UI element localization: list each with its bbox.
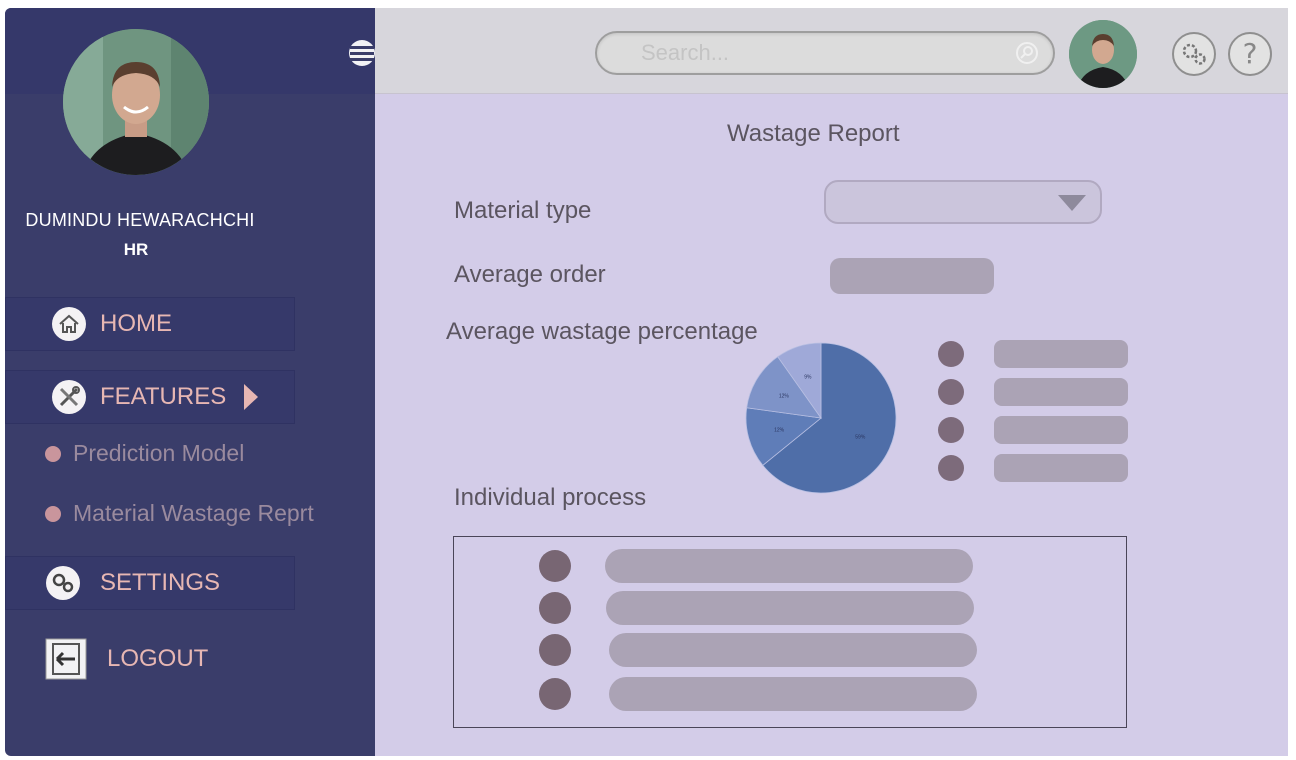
pie-slice-label: 12% <box>779 393 790 399</box>
gears-icon <box>1182 43 1206 65</box>
wastage-pie-chart: 59% 12% 12% 9% <box>745 342 897 494</box>
process-value-placeholder <box>605 549 973 583</box>
chevron-down-icon <box>1058 195 1086 211</box>
subnav-prediction-model[interactable]: Prediction Model <box>45 440 244 467</box>
pie-slice-label: 59% <box>855 435 866 441</box>
subnav-material-wastage-report[interactable]: Material Wastage Reprt <box>45 500 314 527</box>
legend-item <box>938 416 1128 444</box>
nav-logout[interactable]: LOGOUT <box>5 632 295 686</box>
average-order-value <box>830 258 994 294</box>
legend-marker <box>938 341 964 367</box>
legend-item <box>938 378 1128 406</box>
legend-label-placeholder <box>994 416 1128 444</box>
tools-icon <box>52 380 86 414</box>
logout-icon <box>45 638 87 680</box>
individual-process-list <box>453 536 1127 728</box>
nav-home-label: HOME <box>100 310 172 337</box>
process-marker <box>539 550 571 582</box>
legend-label-placeholder <box>994 454 1128 482</box>
search-input[interactable] <box>641 40 1001 66</box>
nav-logout-label: LOGOUT <box>107 645 209 672</box>
material-type-label: Material type <box>454 197 592 224</box>
process-row[interactable] <box>539 591 974 625</box>
main-content: ? Wastage Report Material type Average o… <box>375 8 1288 756</box>
settings-button[interactable] <box>1172 32 1216 76</box>
nav-settings[interactable]: SETTINGS <box>5 556 295 610</box>
process-value-placeholder <box>609 633 977 667</box>
process-marker <box>539 634 571 666</box>
process-row[interactable] <box>539 677 977 711</box>
average-wastage-label: Average wastage percentage <box>446 318 758 345</box>
pie-slice-label: 9% <box>804 375 812 381</box>
nav-features-label: FEATURES <box>100 383 227 410</box>
nav-features[interactable]: FEATURES <box>5 370 295 424</box>
legend-marker <box>938 417 964 443</box>
question-mark-icon: ? <box>1242 37 1258 70</box>
user-name: DUMINDU HEWARACHCHI <box>25 210 255 230</box>
search-box[interactable] <box>595 31 1055 75</box>
process-marker <box>539 678 571 710</box>
process-row[interactable] <box>539 549 973 583</box>
help-button[interactable]: ? <box>1228 32 1272 76</box>
process-value-placeholder <box>606 591 974 625</box>
nav-settings-label: SETTINGS <box>100 569 221 596</box>
subnav-material-wastage-report-label: Material Wastage Reprt <box>73 500 314 526</box>
average-order-label: Average order <box>454 261 606 288</box>
hamburger-menu-icon[interactable] <box>348 38 375 68</box>
legend-item <box>938 454 1128 482</box>
process-value-placeholder <box>609 677 977 711</box>
search-icon[interactable] <box>1015 41 1039 65</box>
top-bar: ? <box>375 8 1288 94</box>
bullet-icon <box>45 505 61 522</box>
bullet-icon <box>45 445 61 462</box>
process-row[interactable] <box>539 633 977 667</box>
chevron-right-icon <box>244 384 259 410</box>
gears-icon <box>46 566 80 600</box>
sidebar: DUMINDU HEWARACHCHI HR HOME FEATURES Pre… <box>5 8 375 756</box>
legend-marker <box>938 455 964 481</box>
page-title: Wastage Report <box>727 120 900 147</box>
avatar[interactable] <box>1069 20 1137 88</box>
subnav-prediction-model-label: Prediction Model <box>73 440 245 466</box>
material-type-select[interactable] <box>824 180 1102 224</box>
legend-label-placeholder <box>994 340 1128 368</box>
legend-marker <box>938 379 964 405</box>
individual-process-label: Individual process <box>454 484 647 511</box>
user-role: HR <box>123 240 149 259</box>
legend-label-placeholder <box>994 378 1128 406</box>
pie-slice-label: 12% <box>774 428 785 434</box>
home-icon <box>52 307 86 341</box>
profile-photo[interactable] <box>63 29 209 175</box>
nav-home[interactable]: HOME <box>5 297 295 351</box>
process-marker <box>539 592 571 624</box>
legend-item <box>938 340 1128 368</box>
